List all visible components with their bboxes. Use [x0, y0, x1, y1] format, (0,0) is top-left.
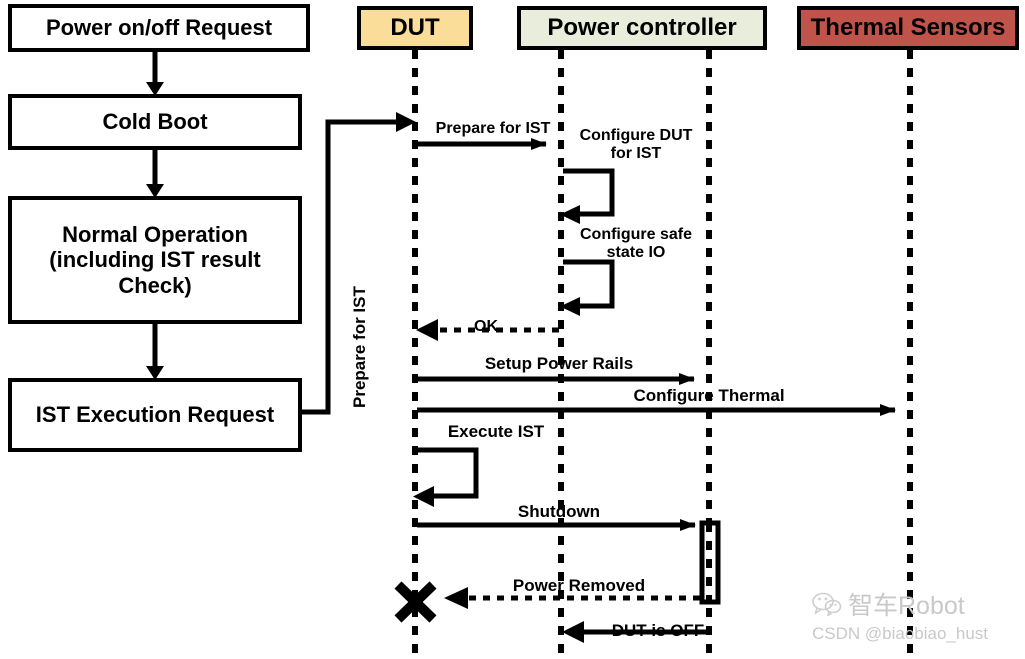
- connector-label-prepare-for-ist: Prepare for IST: [350, 286, 369, 408]
- message-label-power-removed: Power Removed: [512, 576, 646, 595]
- sequence-diagram-canvas: Power on/off Request Cold Boot Normal Op…: [0, 0, 1025, 659]
- message-label-dut-is-off: DUT is OFF: [611, 621, 705, 640]
- flowchart-arrow-normalop-to-istrequest: [146, 324, 164, 380]
- flowchart-arrow-coldboot-to-normalop: [146, 150, 164, 198]
- message-label-ok: OK: [474, 318, 498, 335]
- message-selfloop-execute-ist: [413, 447, 479, 507]
- message-label-execute-ist: Execute IST: [447, 422, 545, 441]
- message-selfloop-configure-safe-state-io: [560, 259, 615, 316]
- message-label-configure-dut: Configure DUT for IST: [579, 127, 693, 162]
- message-label-shutdown: Shutdown: [517, 502, 601, 521]
- flowchart-arrow-power-to-coldboot: [146, 52, 164, 96]
- message-selfloop-configure-dut: [560, 168, 615, 224]
- message-label-setup-power-rails: Setup Power Rails: [484, 354, 634, 373]
- message-label-prepare-for-ist: Prepare for IST: [435, 120, 551, 137]
- message-label-configure-thermal: Configure Thermal: [633, 386, 785, 405]
- message-label-configure-safe-state-io: Configure safe state IO: [579, 226, 692, 261]
